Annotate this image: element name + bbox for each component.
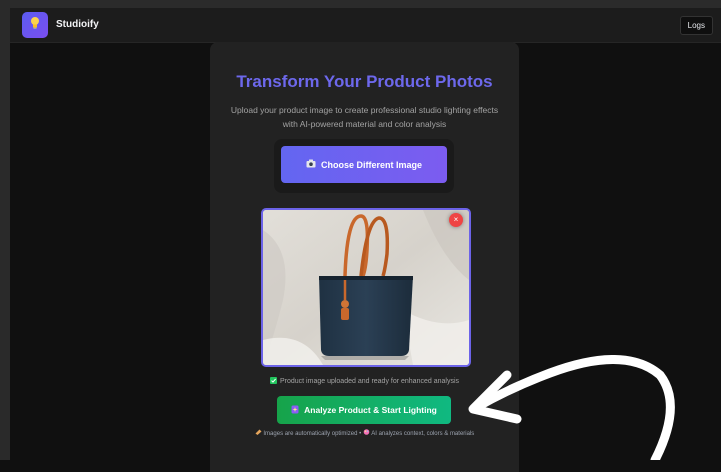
sparkle-icon [291, 405, 299, 416]
app-logo[interactable] [22, 12, 48, 38]
analyze-button[interactable]: Analyze Product & Start Lighting [277, 396, 451, 424]
product-photo [263, 210, 469, 365]
upload-status-text: Product image uploaded and ready for enh… [279, 378, 459, 385]
window-top-border [0, 0, 721, 8]
analyze-button-label: Analyze Product & Start Lighting [304, 405, 437, 415]
choose-image-label: Choose Different Image [320, 159, 423, 170]
page-title: Transform Your Product Photos [236, 72, 493, 91]
check-icon [269, 377, 277, 384]
lightbulb-icon [29, 16, 41, 35]
footnote-separator: • [359, 431, 362, 437]
app-title: Studioify [56, 19, 99, 30]
product-image-preview [261, 208, 471, 367]
camera-icon [306, 159, 316, 170]
remove-image-button[interactable]: × [449, 213, 463, 227]
window-left-border [0, 0, 10, 460]
app-header: Studioify Logs [10, 8, 721, 43]
page-subtitle: Upload your product image to create prof… [230, 105, 499, 129]
choose-image-button[interactable]: Choose Different Image [281, 146, 447, 183]
curved-arrow-icon [468, 355, 675, 460]
footnote-optimized: Images are automatically optimized [263, 431, 358, 437]
logs-button[interactable]: Logs [679, 16, 713, 35]
palette-icon [363, 429, 371, 437]
